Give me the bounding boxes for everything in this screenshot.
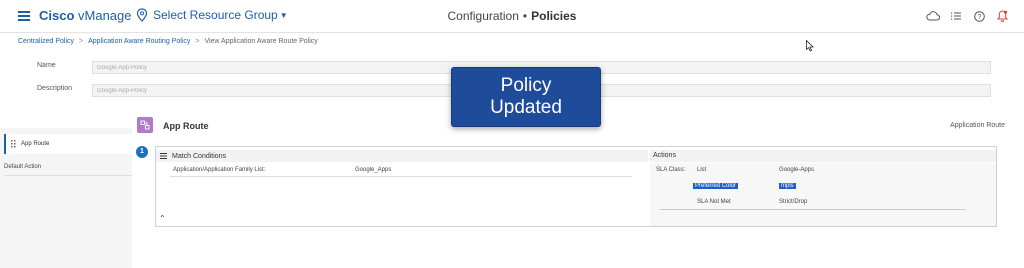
- breadcrumb-centralized-policy[interactable]: Centralized Policy: [18, 38, 74, 45]
- top-bar: Cisco vManage Select Resource Group ▼ Co…: [0, 0, 1024, 33]
- sla-not-met-label: SLA Not Met: [697, 199, 731, 205]
- page-title: Configuration • Policies: [0, 9, 1024, 23]
- match-condition-row: Application/Application Family List: Goo…: [170, 165, 632, 177]
- breadcrumb-current: View Application Aware Route Policy: [204, 38, 318, 45]
- toast-line-1: Policy: [500, 75, 552, 96]
- app-route-title: App Route: [163, 121, 209, 131]
- actions-divider: [660, 209, 966, 210]
- cloud-icon[interactable]: [925, 8, 941, 24]
- sla-list-label: List: [697, 167, 707, 173]
- list-icon[interactable]: [948, 8, 964, 24]
- sla-not-met-value: Strict/Drop: [779, 199, 808, 205]
- page-title-section: Configuration: [447, 9, 519, 23]
- help-icon[interactable]: ?: [971, 8, 987, 24]
- description-label: Description: [37, 85, 73, 92]
- actions-header: Actions: [650, 150, 996, 162]
- svg-text:?: ?: [977, 14, 981, 21]
- sidebar-item-default-action[interactable]: Default Action: [4, 158, 132, 176]
- name-label: Name: [37, 62, 56, 69]
- header-icons: ?: [918, 8, 1010, 24]
- breadcrumb-separator: >: [79, 38, 84, 45]
- match-condition-key: Application/Application Family List:: [173, 167, 266, 173]
- page-title-page: Policies: [531, 9, 577, 23]
- sidebar-item-app-route[interactable]: App Route: [4, 134, 132, 154]
- application-route-label: Application Route: [950, 122, 1005, 129]
- mouse-pointer-icon: [806, 40, 814, 52]
- sla-list-value: Google-Apps: [779, 167, 815, 173]
- preferred-color-label: Preferred Color: [693, 183, 739, 189]
- match-conditions-title: Match Conditions: [172, 152, 227, 160]
- drag-handle-icon[interactable]: [11, 140, 17, 148]
- breadcrumb-aar-policy[interactable]: Application Aware Routing Policy: [88, 38, 190, 45]
- match-condition-value: Google_Apps: [355, 167, 392, 173]
- app-route-icon: [137, 117, 153, 133]
- match-conditions-header: Match Conditions: [156, 150, 648, 162]
- sequence-rule: Match Conditions Application/Application…: [155, 146, 997, 227]
- policy-updated-toast: Policy Updated: [451, 67, 601, 127]
- sla-class-label: SLA Class:: [656, 167, 686, 173]
- preferred-color-value: mpls: [779, 183, 796, 189]
- breadcrumb-separator: >: [195, 38, 200, 45]
- bell-icon[interactable]: [994, 8, 1010, 24]
- page-title-bullet: •: [522, 9, 528, 23]
- sidebar-item-label: App Route: [21, 141, 50, 147]
- breadcrumb: Centralized Policy > Application Aware Rou…: [18, 38, 318, 45]
- sequence-number-badge: 1: [136, 146, 148, 158]
- toast-line-2: Updated: [490, 97, 562, 118]
- sidebar-item-label: Default Action: [4, 163, 42, 170]
- menu-icon[interactable]: [160, 153, 167, 159]
- chevron-up-icon[interactable]: ⌃: [159, 214, 166, 223]
